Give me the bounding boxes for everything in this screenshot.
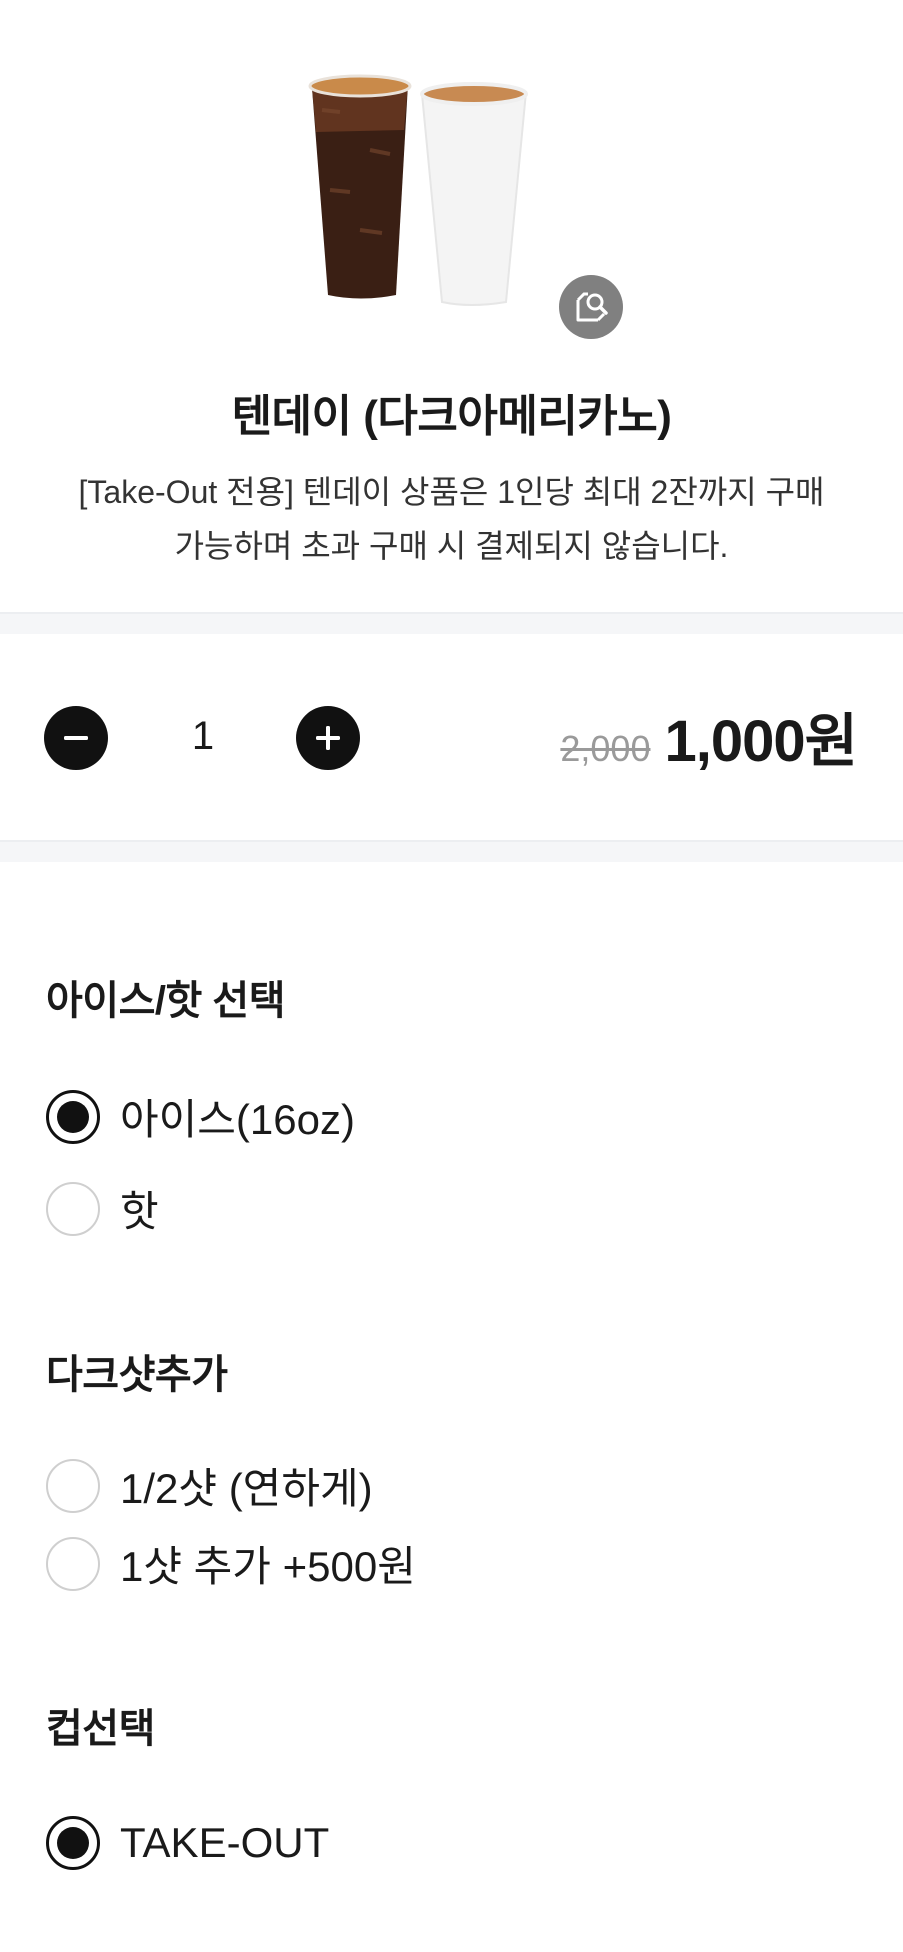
option-half-shot[interactable]: 1/2샷 (연하게): [46, 1455, 373, 1516]
radio-selected[interactable]: [46, 1089, 100, 1144]
description-line: [Take-Out 전용] 텐데이 상품은 1인당 최대 2잔까지 구매: [78, 474, 825, 510]
option-ice[interactable]: 아이스(16oz): [46, 1086, 355, 1147]
increase-quantity-button[interactable]: [296, 706, 360, 770]
image-zoom-icon: [576, 292, 608, 322]
quantity-value: 1: [191, 714, 215, 758]
decrease-quantity-button[interactable]: [44, 706, 108, 770]
option-one-shot[interactable]: 1샷 추가 +500원: [46, 1533, 416, 1594]
description-line: 가능하며 초과 구매 시 결제되지 않습니다.: [174, 528, 729, 564]
option-label: 1샷 추가 +500원: [120, 1543, 416, 1590]
original-price: 2,000: [560, 728, 651, 769]
price: 2,000 1,000원: [560, 694, 858, 778]
option-hot[interactable]: 핫: [46, 1178, 159, 1239]
temperature-section-title: 아이스/핫 선택: [46, 979, 286, 1023]
section-divider: [0, 612, 903, 634]
coffee-cups-image: [308, 74, 528, 306]
image-zoom-button[interactable]: [559, 275, 623, 339]
option-label: 아이스(16oz): [120, 1096, 355, 1143]
option-label: 1/2샷 (연하게): [120, 1465, 373, 1512]
cup-section-title: 컵선택: [46, 1707, 155, 1751]
product-description: [Take-Out 전용] 텐데이 상품은 1인당 최대 2잔까지 구매 가능하…: [40, 465, 863, 573]
option-label: TAKE-OUT: [120, 1819, 330, 1866]
product-title: 텐데이 (다크아메리카노): [231, 392, 672, 441]
option-label: 핫: [120, 1188, 159, 1235]
sale-price: 1,000원: [664, 709, 858, 774]
plus-icon: [316, 726, 340, 750]
radio-unselected[interactable]: [46, 1458, 100, 1513]
section-divider: [0, 840, 903, 862]
radio-selected[interactable]: [46, 1816, 100, 1870]
radio-unselected[interactable]: [46, 1536, 100, 1591]
radio-unselected[interactable]: [46, 1181, 100, 1236]
quantity-price-row: 1 2,000 1,000원: [0, 634, 903, 840]
dark-shot-section-title: 다크샷추가: [46, 1353, 228, 1397]
minus-icon: [64, 736, 88, 740]
option-take-out[interactable]: TAKE-OUT: [46, 1816, 329, 1870]
product-hero: [0, 0, 903, 380]
